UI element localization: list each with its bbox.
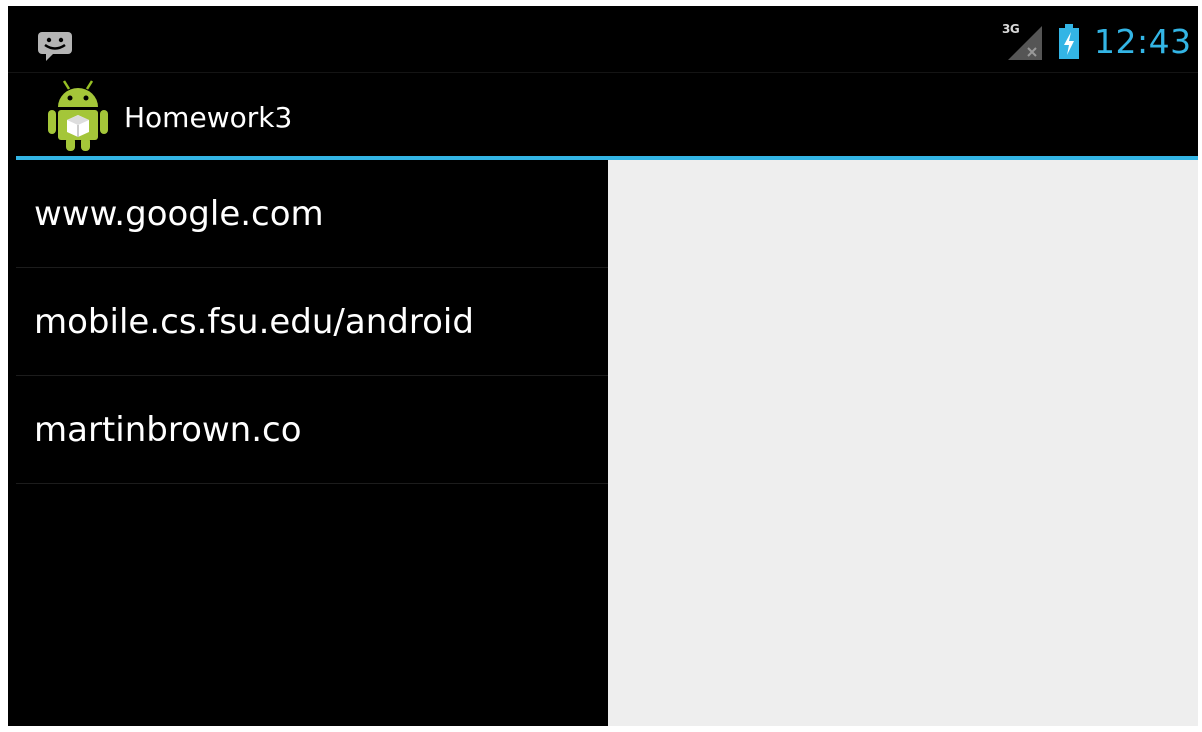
action-bar: Homework3	[8, 73, 1198, 156]
list-item-label: martinbrown.co	[34, 410, 302, 450]
list-item[interactable]: martinbrown.co	[16, 376, 608, 484]
android-app-icon[interactable]	[46, 79, 110, 151]
list-item-label: www.google.com	[34, 194, 324, 234]
device-screen: 3G 12:43 Homework3 www.google.com mobile…	[8, 6, 1198, 726]
battery-charging-icon	[1059, 24, 1079, 59]
list-item[interactable]: mobile.cs.fsu.edu/android	[16, 268, 608, 376]
detail-pane[interactable]	[608, 160, 1198, 726]
list-item[interactable]: www.google.com	[16, 160, 608, 268]
status-clock: 12:43	[1094, 22, 1192, 61]
signal-icon: 3G	[1002, 22, 1046, 60]
url-list: www.google.com mobile.cs.fsu.edu/android…	[8, 160, 608, 726]
chat-notification-icon[interactable]	[36, 26, 74, 64]
app-title: Homework3	[124, 101, 293, 134]
status-bar: 3G 12:43	[8, 6, 1198, 73]
list-item-label: mobile.cs.fsu.edu/android	[34, 302, 474, 342]
